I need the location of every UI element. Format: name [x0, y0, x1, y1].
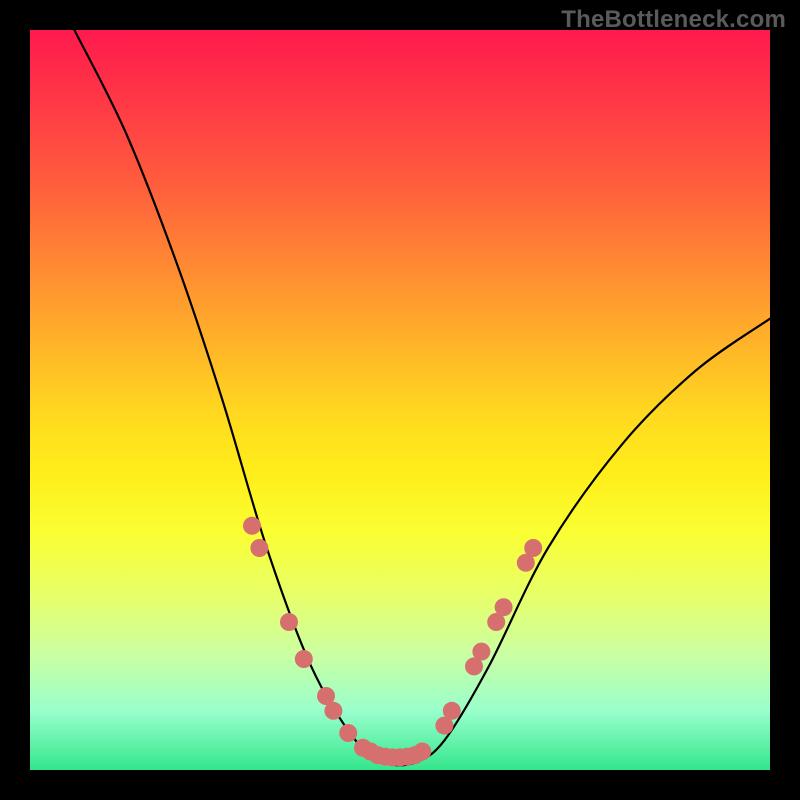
highlight-dot	[324, 702, 342, 720]
highlight-dot	[472, 643, 490, 661]
highlight-dot	[243, 517, 261, 535]
curve-svg	[30, 30, 770, 770]
highlight-dot	[339, 724, 357, 742]
highlight-dot	[295, 650, 313, 668]
highlight-dot	[280, 613, 298, 631]
highlight-dot	[413, 743, 431, 761]
bottleneck-curve	[74, 30, 770, 765]
highlight-dot	[250, 539, 268, 557]
highlight-dot	[495, 598, 513, 616]
highlight-dot	[443, 702, 461, 720]
dot-layer	[243, 517, 542, 767]
chart-frame: TheBottleneck.com	[0, 0, 800, 800]
highlight-dot	[524, 539, 542, 557]
plot-area	[30, 30, 770, 770]
